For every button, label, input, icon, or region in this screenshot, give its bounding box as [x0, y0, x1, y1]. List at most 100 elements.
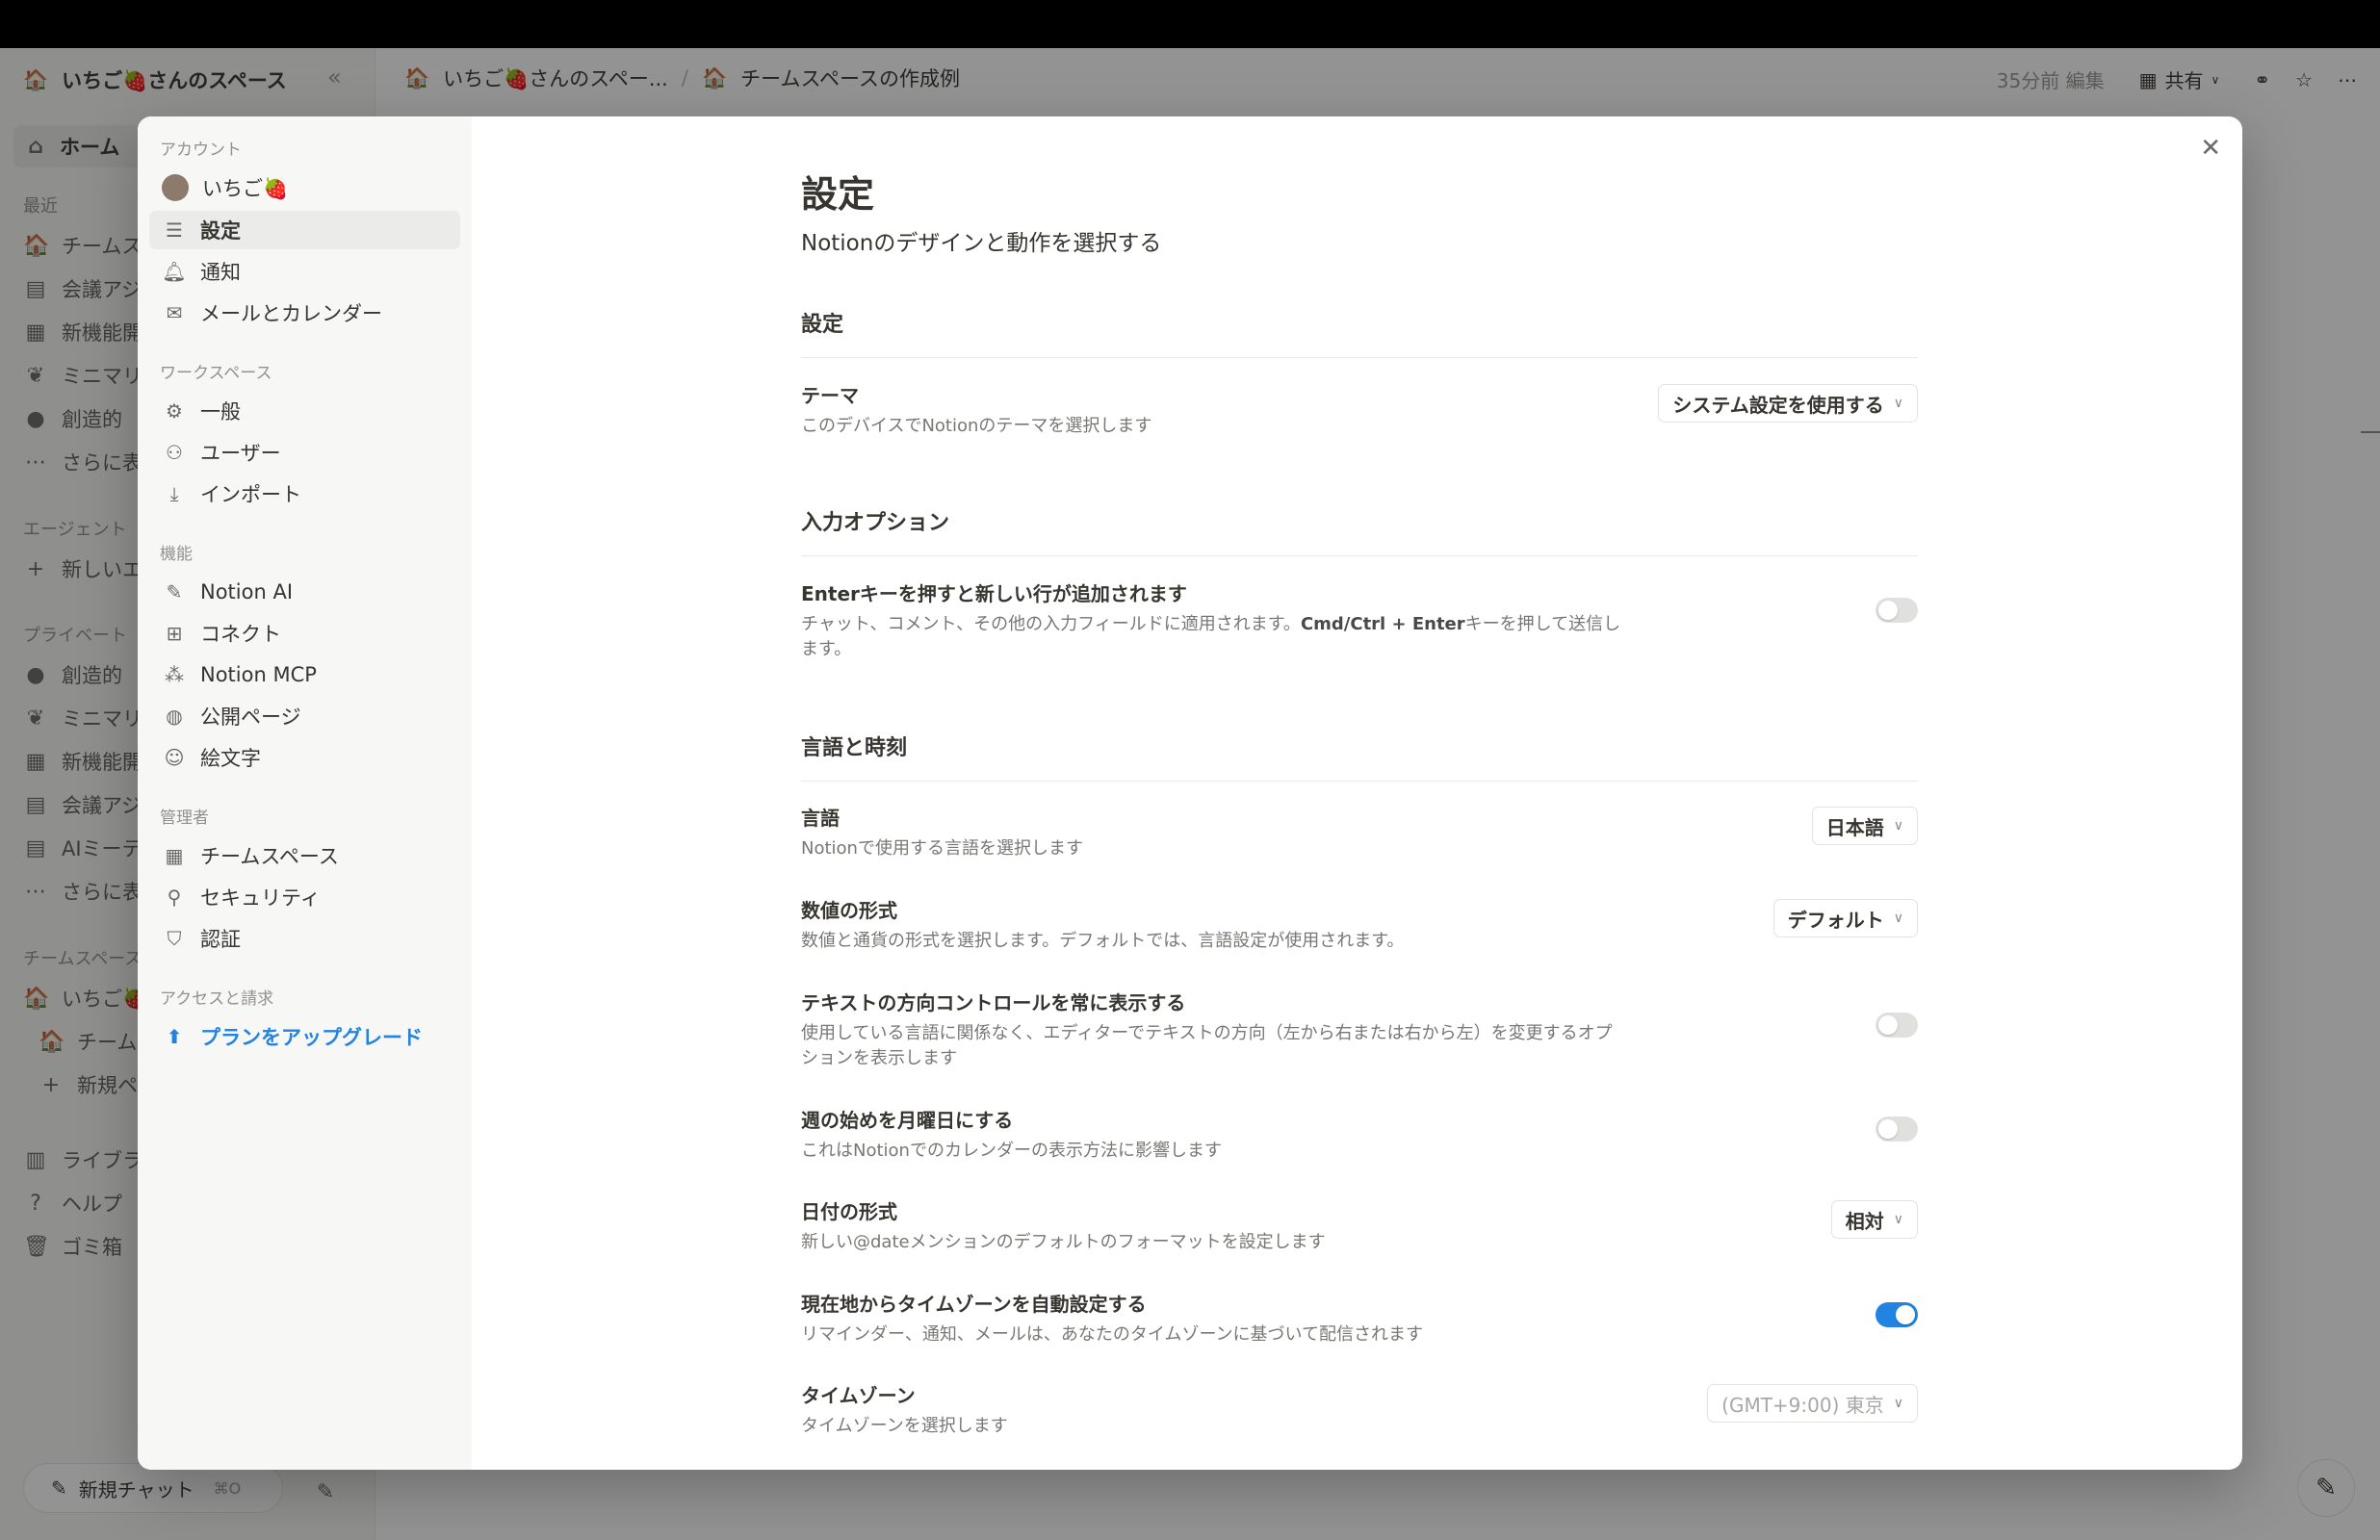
nav-item-settings[interactable]: ☰ 設定: [149, 211, 460, 249]
nodes-icon: ⁂: [165, 663, 184, 686]
setting-label: 現在地からタイムゾーンを自動設定する: [801, 1293, 1147, 1316]
setting-text-direction: テキストの方向コントロールを常に表示する 使用している言語に関係なく、エディター…: [801, 988, 1918, 1071]
nav-item-general[interactable]: ⚙ 一般: [149, 392, 460, 430]
nav-item-users[interactable]: ⚇ ユーザー: [149, 433, 460, 472]
nav-item-notifications[interactable]: 🔔︎ 通知: [149, 252, 460, 291]
nav-item-label: 一般: [200, 400, 241, 424]
nav-item-label: プランをアップグレード: [200, 1026, 423, 1049]
section-heading-preferences: 設定: [801, 307, 1918, 358]
setting-description: タイムゾーンを選択します: [801, 1416, 1008, 1436]
nav-item-teamspaces[interactable]: ▦ チームスペース: [149, 836, 460, 875]
mail-icon: ✉: [166, 301, 183, 324]
setting-description: Notionで使用する言語を選択します: [801, 838, 1083, 859]
users-icon: ⚇: [166, 441, 183, 464]
nav-item-emoji[interactable]: ☺ 絵文字: [149, 738, 460, 777]
timezone-value: (GMT+9:00) 東京: [1721, 1393, 1884, 1417]
setting-date-format: 日付の形式 新しい@dateメンションのデフォルトのフォーマットを設定します 相…: [801, 1196, 1918, 1255]
window-top-bar: [0, 0, 2380, 48]
nav-section-admin: 管理者: [160, 808, 209, 828]
theme-select[interactable]: システム設定を使用する ∨: [1658, 384, 1918, 423]
nav-item-label: Notion MCP: [200, 663, 317, 686]
nav-section-account: アカウント: [160, 141, 242, 160]
close-icon[interactable]: ✕: [2200, 134, 2221, 163]
page-title: 設定: [801, 173, 875, 216]
chevron-down-icon: ∨: [1893, 1396, 1903, 1411]
settings-modal: アカウント いちご🍓 ☰ 設定 🔔︎ 通知 ✉ メールとカレンダー ワークスペー…: [138, 116, 2242, 1470]
setting-label: Enterキーを押すと新しい行が追加されます: [801, 582, 1187, 605]
bell-icon: 🔔︎: [162, 260, 187, 283]
page-subtitle: Notionのデザインと動作を選択する: [801, 231, 1162, 256]
setting-description: 数値と通貨の形式を選択します。デフォルトでは、言語設定が使用されます。: [801, 931, 1405, 951]
setting-description: チャット、コメント、その他の入力フィールドに適用されます。Cmd/Ctrl + …: [801, 612, 1629, 662]
nav-item-identity[interactable]: ⛉ 認証: [149, 919, 460, 958]
building-icon: ▦: [165, 844, 184, 867]
auto-timezone-toggle[interactable]: [1876, 1302, 1918, 1327]
section-heading-language: 言語と時刻: [801, 731, 1918, 782]
chevron-down-icon: ∨: [1893, 396, 1903, 411]
language-select-value: 日本語: [1825, 815, 1884, 839]
nav-item-upgrade[interactable]: ⬆ プランをアップグレード: [149, 1017, 460, 1056]
nav-item-label: いちご🍓: [202, 177, 289, 200]
setting-label: 週の始めを月曜日にする: [801, 1109, 1014, 1132]
nav-item-notion-mcp[interactable]: ⁂ Notion MCP: [149, 655, 460, 694]
nav-item-label: 通知: [200, 261, 241, 284]
chevron-down-icon: ∨: [1893, 818, 1903, 834]
number-format-select[interactable]: デフォルト ∨: [1772, 899, 1918, 937]
nav-item-label: メールとカレンダー: [200, 302, 382, 325]
nav-item-profile[interactable]: いちご🍓: [149, 168, 460, 207]
number-format-value: デフォルト: [1787, 908, 1884, 932]
language-select[interactable]: 日本語 ∨: [1811, 807, 1918, 845]
nav-item-connect[interactable]: ⊞ コネクト: [149, 614, 460, 653]
sliders-icon: ☰: [166, 218, 183, 242]
ai-icon: ✎: [166, 580, 183, 603]
nav-item-security[interactable]: ⚲ セキュリティ: [149, 878, 460, 916]
text-direction-toggle[interactable]: [1876, 1013, 1918, 1038]
setting-enter-newline: Enterキーを押すと新しい行が追加されます チャット、コメント、その他の入力フ…: [801, 578, 1918, 662]
nav-item-notion-ai[interactable]: ✎ Notion AI: [149, 573, 460, 611]
nav-section-features: 機能: [160, 545, 193, 564]
setting-label: 日付の形式: [801, 1200, 897, 1223]
theme-select-value: システム設定を使用する: [1672, 393, 1884, 417]
setting-number-format: 数値の形式 数値と通貨の形式を選択します。デフォルトでは、言語設定が使用されます…: [801, 895, 1918, 954]
setting-theme: テーマ このデバイスでNotionのテーマを選択します システム設定を使用する …: [801, 380, 1918, 439]
setting-label: テキストの方向コントロールを常に表示する: [801, 991, 1186, 1014]
setting-description: リマインダー、通知、メールは、あなたのタイムゾーンに基づいて配信されます: [801, 1324, 1424, 1345]
grid-icon: ⊞: [166, 622, 183, 645]
section-heading-input: 入力オプション: [801, 505, 1918, 556]
setting-timezone: タイムゾーン タイムゾーンを選択します (GMT+9:00) 東京 ∨: [801, 1380, 1918, 1439]
nav-item-label: 認証: [200, 928, 241, 951]
nav-item-label: 公開ページ: [200, 706, 301, 729]
setting-description: このデバイスでNotionのテーマを選択します: [801, 416, 1152, 436]
setting-description-part: チャット、コメント、その他の入力フィールドに適用されます。: [801, 614, 1301, 634]
chevron-down-icon: ∨: [1893, 1212, 1903, 1227]
setting-auto-timezone: 現在地からタイムゾーンを自動設定する リマインダー、通知、メールは、あなたのタイ…: [801, 1289, 1918, 1348]
nav-item-label: コネクト: [200, 623, 281, 646]
timezone-select[interactable]: (GMT+9:00) 東京 ∨: [1707, 1384, 1918, 1423]
globe-icon: ◍: [166, 705, 183, 728]
download-icon: ⤓: [169, 482, 179, 505]
shield-icon: ⛉: [167, 927, 182, 950]
nav-item-label: ユーザー: [200, 442, 281, 465]
date-format-value: 相対: [1845, 1209, 1884, 1233]
setting-label: 言語: [801, 807, 840, 830]
nav-item-label: インポート: [200, 483, 301, 506]
nav-item-import[interactable]: ⤓ インポート: [149, 475, 460, 513]
nav-section-workspace: ワークスペース: [160, 364, 272, 383]
date-format-select[interactable]: 相対 ∨: [1830, 1200, 1918, 1239]
nav-item-public-pages[interactable]: ◍ 公開ページ: [149, 697, 460, 735]
nav-item-label: 絵文字: [200, 747, 261, 770]
nav-section-access: アクセスと請求: [160, 989, 274, 1009]
setting-week-start: 週の始めを月曜日にする これはNotionでのカレンダーの表示方法に影響します: [801, 1105, 1918, 1164]
nav-item-label: Notion AI: [200, 580, 294, 603]
nav-item-mail-calendar[interactable]: ✉ メールとカレンダー: [149, 294, 460, 332]
nav-item-label: 設定: [200, 219, 241, 243]
setting-description: 新しい@dateメンションのデフォルトのフォーマットを設定します: [801, 1232, 1326, 1252]
smiley-icon: ☺: [164, 746, 185, 769]
setting-label: 数値の形式: [801, 899, 897, 922]
nav-item-label: チームスペース: [200, 845, 339, 868]
setting-language: 言語 Notionで使用する言語を選択します 日本語 ∨: [801, 803, 1918, 861]
gear-icon: ⚙: [166, 399, 183, 423]
avatar: [162, 174, 189, 201]
week-start-toggle[interactable]: [1876, 1116, 1918, 1142]
enter-newline-toggle[interactable]: [1876, 598, 1918, 623]
